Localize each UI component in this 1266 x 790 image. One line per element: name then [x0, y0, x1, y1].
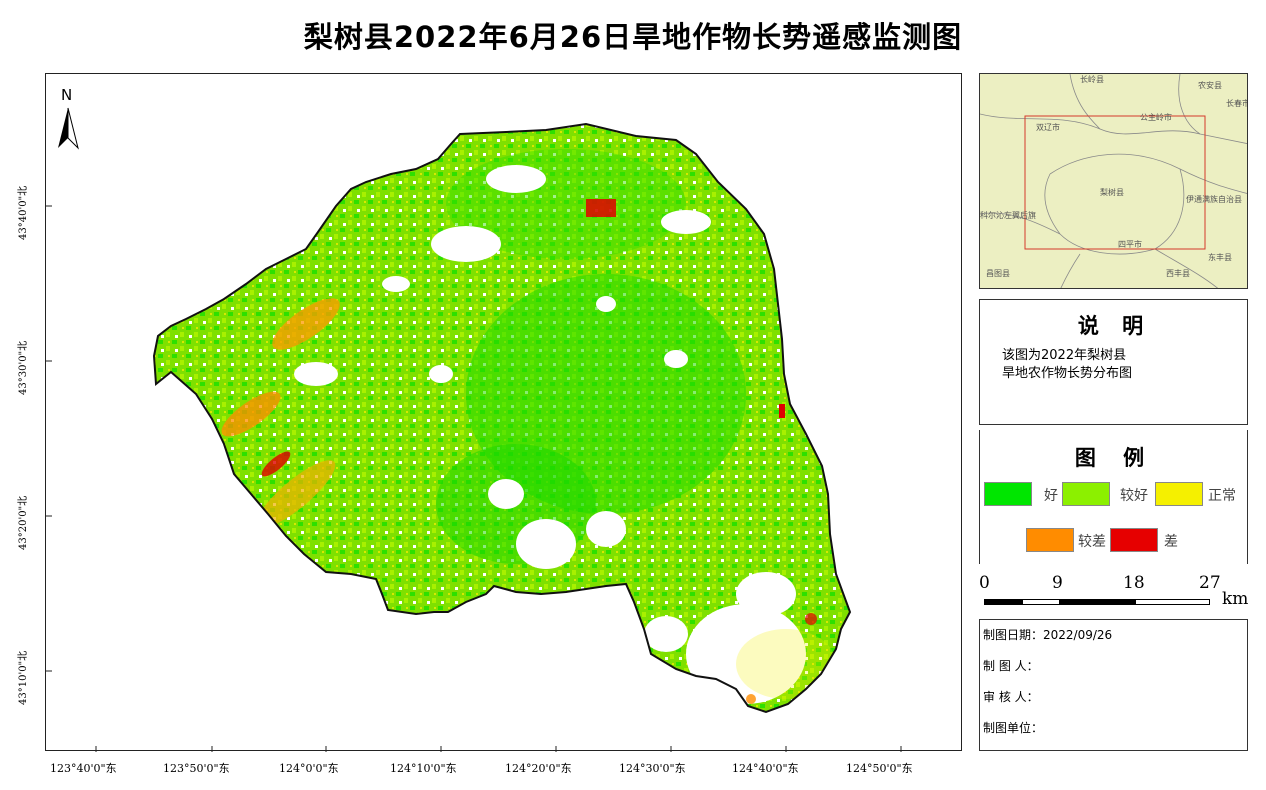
inset-place-label: 长岭县 — [1080, 75, 1104, 84]
map-unit: 制图单位： — [983, 721, 1044, 735]
inset-place-label: 东丰县 — [1208, 253, 1232, 262]
description-line: 旱地农作物长势分布图 — [1002, 366, 1133, 381]
description-panel: 说 明 该图为2022年梨树县 旱地农作物长势分布图 — [979, 299, 1248, 425]
lat-label: 43°10'0"北 — [18, 650, 29, 705]
map-maker: 制 图 人： — [983, 659, 1039, 673]
inset-place-label: 西丰县 — [1166, 269, 1190, 278]
lon-label: 124°0'0"东 — [279, 762, 339, 775]
scale-unit: km — [1222, 589, 1249, 609]
legend-label: 好 — [1044, 488, 1058, 504]
lon-label: 124°20'0"东 — [505, 762, 572, 775]
map-date: 制图日期：2022/09/26 — [983, 628, 1113, 642]
lat-label: 43°40'0"北 — [18, 185, 29, 240]
description-text: 该图为2022年梨树县 旱地农作物长势分布图 — [1002, 347, 1132, 383]
lon-label: 124°50'0"东 — [846, 762, 913, 775]
inset-place-label: 农安县 — [1198, 81, 1222, 90]
inset-place-label: 昌图县 — [986, 269, 1010, 278]
inset-locator-map: 长岭县 农安县 长春市 双辽市 公主岭市 梨树县 四平市 伊通满族自治县 东丰县… — [979, 73, 1248, 289]
map-frame — [45, 73, 962, 752]
description-line: 该图为2022年梨树县 — [1002, 348, 1127, 363]
scale-segment — [984, 599, 1022, 605]
legend-swatch-normal — [1155, 482, 1203, 506]
scale-segment — [1135, 599, 1210, 605]
description-heading: 说 明 — [1077, 314, 1152, 338]
scale-segment — [1060, 599, 1135, 605]
legend-label: 较差 — [1078, 534, 1106, 550]
lon-label: 124°30'0"东 — [619, 762, 686, 775]
lon-label: 123°40'0"东 — [50, 762, 117, 775]
legend-label: 差 — [1164, 534, 1178, 550]
legend-swatch-fairly-good — [1062, 482, 1110, 506]
inset-place-label: 长春市 — [1226, 99, 1248, 108]
scale-tick-label: 27 — [1199, 573, 1221, 593]
lon-label: 124°10'0"东 — [390, 762, 457, 775]
inset-place-label: 四平市 — [1118, 240, 1142, 249]
lon-label: 124°40'0"东 — [732, 762, 799, 775]
legend-panel: 图 例 好 较好 正常 较差 差 — [979, 430, 1248, 564]
scale-tick-label: 9 — [1052, 573, 1063, 593]
legend-swatch-good — [984, 482, 1032, 506]
north-label: N — [61, 86, 73, 104]
scale-bar: 0 9 18 27 km — [979, 570, 1248, 610]
legend-label: 正常 — [1208, 488, 1236, 504]
legend-heading: 图 例 — [1074, 446, 1155, 470]
inset-place-label: 伊通满族自治县 — [1186, 195, 1242, 204]
map-reviewer: 审 核 人： — [983, 690, 1039, 704]
legend-swatch-fairly-poor — [1026, 528, 1074, 552]
inset-place-label: 梨树县 — [1100, 188, 1124, 197]
legend-label: 较好 — [1120, 488, 1148, 504]
lon-label: 123°50'0"东 — [163, 762, 230, 775]
scale-tick-label: 18 — [1123, 573, 1145, 593]
scale-segment — [1022, 599, 1060, 605]
map-info-panel: 制图日期：2022/09/26 制 图 人： 审 核 人： 制图单位： — [979, 619, 1248, 751]
map-title: 梨树县2022年6月26日旱地作物长势遥感监测图 — [303, 20, 963, 54]
legend-swatch-poor — [1110, 528, 1158, 552]
lat-label: 43°30'0"北 — [18, 340, 29, 395]
inset-place-label: 科尔沁左翼后旗 — [980, 211, 1036, 220]
inset-place-label: 双辽市 — [1036, 123, 1060, 132]
crop-growth-map — [46, 123, 902, 752]
scale-tick-label: 0 — [979, 573, 990, 593]
lat-label: 43°20'0"北 — [18, 495, 29, 550]
inset-place-label: 公主岭市 — [1140, 113, 1172, 122]
